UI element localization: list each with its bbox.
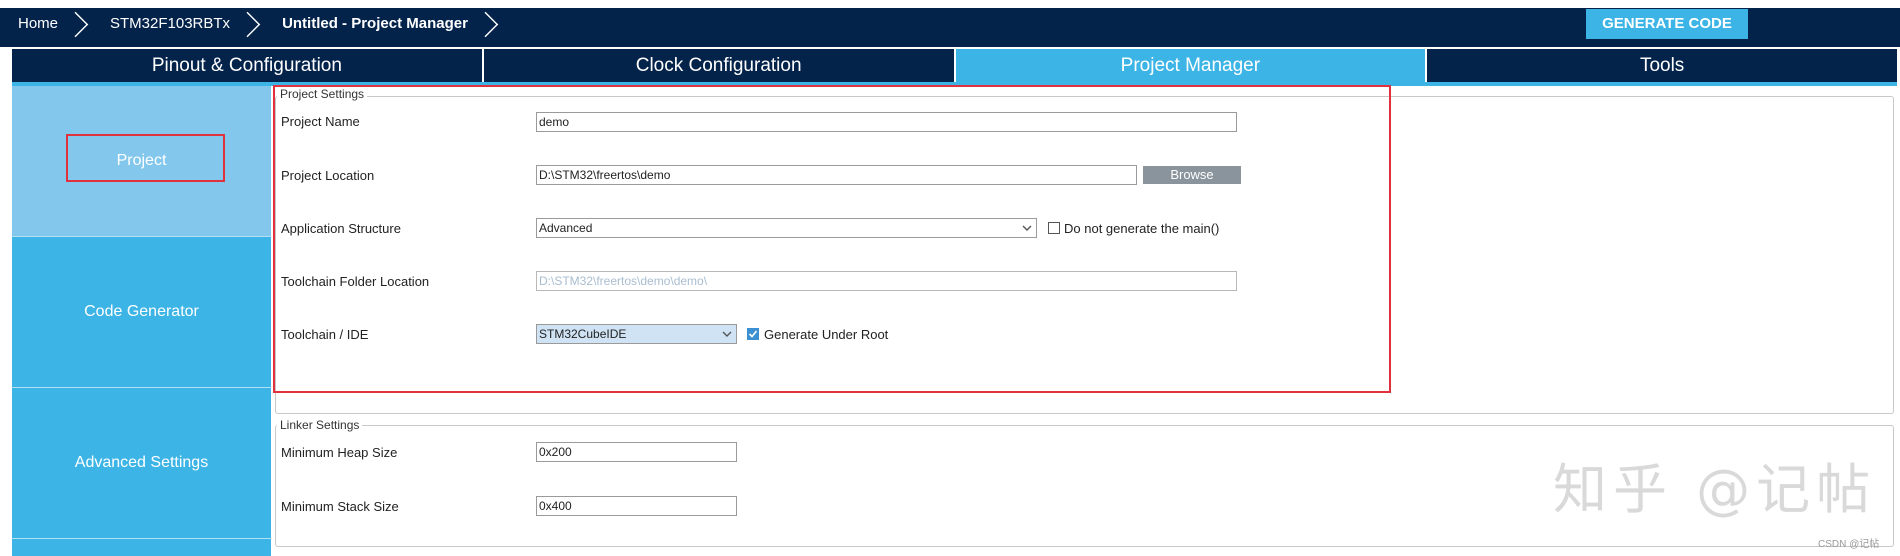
stack-size-label: Minimum Stack Size bbox=[281, 499, 399, 514]
sidebar-item-label: Code Generator bbox=[84, 303, 199, 320]
linker-settings-legend: Linker Settings bbox=[277, 418, 363, 432]
stack-size-field[interactable]: 0x400 bbox=[536, 496, 737, 516]
breadcrumb: Home STM32F103RBTx Untitled - Project Ma… bbox=[0, 8, 502, 39]
main-tabs: Pinout & Configuration Clock Configurati… bbox=[12, 49, 1897, 82]
highlight-box-project-settings bbox=[273, 85, 1391, 393]
tab-project-manager[interactable]: Project Manager bbox=[955, 49, 1428, 82]
tab-tools[interactable]: Tools bbox=[1427, 49, 1897, 82]
highlight-box-sidebar bbox=[66, 134, 225, 182]
breadcrumb-project-manager[interactable]: Untitled - Project Manager bbox=[264, 8, 502, 39]
watermark: 知乎 @记帖 bbox=[1553, 458, 1877, 521]
top-strip bbox=[0, 0, 1900, 8]
tab-clock-configuration[interactable]: Clock Configuration bbox=[483, 49, 956, 82]
breadcrumb-mcu[interactable]: STM32F103RBTx bbox=[92, 8, 264, 39]
heap-size-label: Minimum Heap Size bbox=[281, 445, 398, 460]
sidebar-item-advanced-settings[interactable]: Advanced Settings bbox=[12, 388, 271, 538]
generate-code-button[interactable]: GENERATE CODE bbox=[1586, 9, 1748, 39]
sidebar-divider bbox=[12, 538, 271, 539]
breadcrumb-home[interactable]: Home bbox=[0, 8, 92, 39]
heap-size-field[interactable]: 0x200 bbox=[536, 442, 737, 462]
sidebar-item-label: Advanced Settings bbox=[74, 454, 209, 471]
sidebar-item-code-generator[interactable]: Code Generator bbox=[12, 237, 271, 387]
csdn-watermark: CSDN @记帖 bbox=[1818, 539, 1880, 550]
tab-pinout-configuration[interactable]: Pinout & Configuration bbox=[12, 49, 484, 82]
